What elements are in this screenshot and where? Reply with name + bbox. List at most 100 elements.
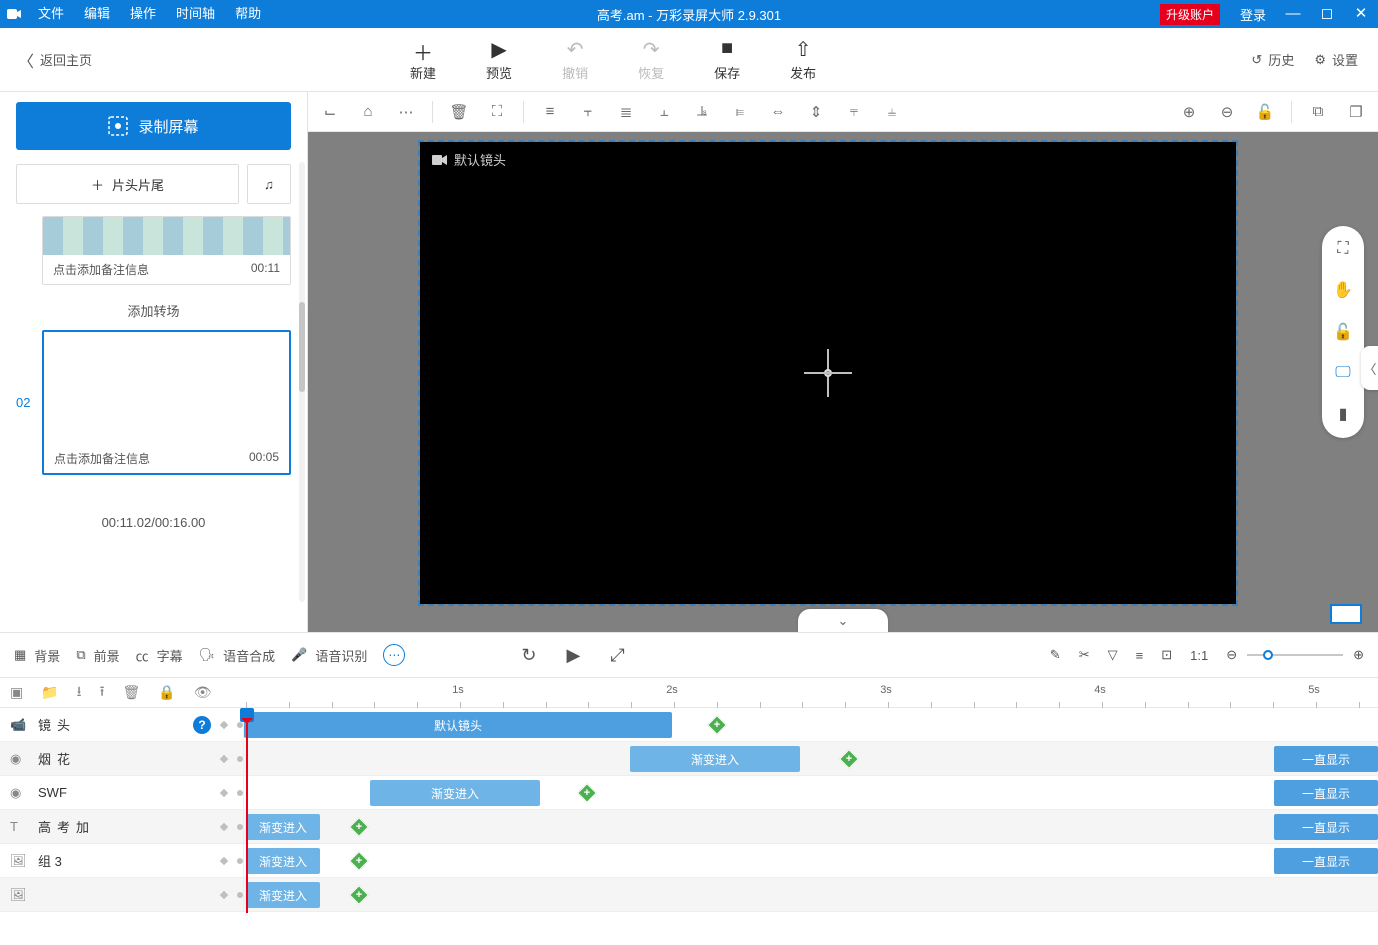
fullscreen-icon[interactable]: ⛶ [1337, 240, 1348, 258]
titles-button[interactable]: ＋ 片头片尾 [16, 164, 239, 204]
track-header[interactable]: 🖼组 3 [0, 844, 244, 877]
keyframe-dot[interactable] [220, 720, 228, 728]
tab-asr[interactable]: 🎤语音识别 [291, 646, 367, 665]
menu-edit[interactable]: 编辑 [74, 0, 120, 28]
menu-help[interactable]: 帮助 [225, 0, 271, 28]
ruler-icon[interactable]: ⌙ [318, 103, 342, 121]
trash-icon[interactable]: 🗑 [122, 684, 140, 701]
align-left-icon[interactable]: ≡ [538, 103, 562, 120]
monitor-icon[interactable]: 🖵 [1335, 364, 1350, 382]
add-keyframe-button[interactable]: + [707, 715, 727, 735]
menu-timeline[interactable]: 时间轴 [166, 0, 225, 28]
track-header[interactable]: ◉SWF [0, 776, 244, 809]
dist-h-icon[interactable]: ⇔ [766, 103, 790, 120]
maximize-button[interactable]: ◻ [1310, 0, 1344, 28]
track-header[interactable]: T高考加 [0, 810, 244, 843]
phone-icon[interactable]: ▮ [1339, 404, 1348, 424]
upgrade-badge[interactable]: 升级账户 [1160, 4, 1220, 25]
hand-icon[interactable]: ✋ [1333, 280, 1353, 300]
add-track-icon[interactable]: ▣ [10, 684, 23, 701]
main-new-button[interactable]: ＋新建 [410, 37, 436, 82]
zoom-slider[interactable]: ⊖ ⊕ [1226, 647, 1364, 663]
settings-button[interactable]: ⚙ 设置 [1314, 50, 1358, 69]
track-body[interactable]: 渐变进入 + [244, 878, 1378, 911]
play-icon[interactable]: ▶ [566, 645, 580, 666]
tab-foreground[interactable]: ⧉前景 [76, 646, 119, 665]
marker-icon[interactable]: ⊡ [1161, 647, 1172, 663]
playhead[interactable] [246, 708, 248, 913]
end-behavior-bar[interactable]: 一直显示 [1274, 848, 1378, 874]
clip-item-2-selected[interactable]: 点击添加备注信息 00:05 [42, 330, 291, 475]
keyframe-dot[interactable] [237, 756, 243, 762]
align-right-icon[interactable]: ≣ [614, 103, 638, 121]
zoom-out-icon[interactable]: ⊖ [1215, 103, 1239, 121]
align-top-icon[interactable]: ⫠ [652, 103, 676, 120]
clip-bar[interactable]: 渐变进入 [370, 780, 540, 806]
keyframe-dot[interactable] [237, 892, 243, 898]
dist-v-icon[interactable]: ⇕ [804, 103, 828, 121]
track-header[interactable]: ◉烟花 [0, 742, 244, 775]
clip-bar[interactable]: 渐变进入 [246, 814, 320, 840]
add-keyframe-button[interactable]: + [349, 885, 369, 905]
clip-bar[interactable]: 渐变进入 [246, 882, 320, 908]
time-ruler[interactable]: 1s2s3s4s5s [244, 678, 1378, 708]
back-home-button[interactable]: 〈 返回主页 [0, 48, 110, 72]
align-center-h-icon[interactable]: ⫟ [576, 103, 600, 120]
lock-icon[interactable]: 🔓 [1253, 103, 1277, 121]
more-icon[interactable]: ⋯ [394, 103, 418, 121]
track-header[interactable]: 🖼 [0, 878, 244, 911]
zoom-out-icon[interactable]: ⊖ [1226, 647, 1237, 663]
minimize-button[interactable]: — [1276, 0, 1310, 28]
track-body[interactable]: 渐变进入 + 一直显示 [244, 844, 1378, 877]
clip-bar[interactable]: 渐变进入 [630, 746, 800, 772]
menu-action[interactable]: 操作 [120, 0, 166, 28]
expand-icon[interactable]: ⤢ [610, 645, 624, 666]
login-link[interactable]: 登录 [1230, 5, 1276, 24]
end-behavior-bar[interactable]: 一直显示 [1274, 780, 1378, 806]
edit-icon[interactable]: ✎ [1050, 647, 1061, 663]
duplicate-icon[interactable]: ❐ [1344, 103, 1368, 121]
eye-icon[interactable]: 👁 [194, 684, 212, 701]
main-publish-button[interactable]: ⇧发布 [790, 37, 816, 82]
lock-icon[interactable]: 🔒 [158, 684, 175, 701]
tab-background[interactable]: ▦背景 [14, 646, 60, 665]
expand-down-handle[interactable]: ⌄ [798, 609, 888, 632]
main-save-button[interactable]: ■保存 [714, 37, 740, 82]
add-transition-button[interactable]: 添加转场 [16, 293, 291, 330]
cut-icon[interactable]: ✂ [1079, 647, 1090, 663]
unlock-icon[interactable]: 🔓 [1333, 322, 1353, 342]
track-body[interactable]: 渐变进入+一直显示 [244, 742, 1378, 775]
focus-icon[interactable]: ⛶ [485, 103, 509, 120]
add-keyframe-button[interactable]: + [577, 783, 597, 803]
track-body[interactable]: 渐变进入 + 一直显示 [244, 810, 1378, 843]
track-header[interactable]: 📹镜头? [0, 708, 244, 741]
track-body[interactable]: 渐变进入 + 一直显示 [244, 776, 1378, 809]
tab-subtitle[interactable]: ㏄字幕 [136, 646, 183, 665]
track-body[interactable]: 默认镜头+ [244, 708, 1378, 741]
sliders-icon[interactable]: ≡ [1136, 648, 1144, 663]
end-behavior-bar[interactable]: 一直显示 [1274, 746, 1378, 772]
clip-item-1[interactable]: 点击添加备注信息 00:11 [42, 216, 291, 285]
filter-icon[interactable]: ▽ [1108, 647, 1118, 663]
help-icon[interactable]: ? [193, 716, 211, 734]
keyframe-dot[interactable] [237, 790, 243, 796]
add-keyframe-button[interactable]: + [349, 817, 369, 837]
stage[interactable]: 默认镜头 ⌄ ⛶ ✋ 🔓 🖵 ▮ 〈 [308, 132, 1378, 632]
menu-file[interactable]: 文件 [28, 0, 74, 28]
history-button[interactable]: ↺ 历史 [1251, 50, 1294, 69]
tab-tts[interactable]: 🗣语音合成 [199, 646, 276, 665]
keyframe-dot[interactable] [237, 824, 243, 830]
align-middle-icon[interactable]: ⫡ [690, 103, 714, 120]
close-button[interactable]: ✕ [1344, 0, 1378, 28]
rewind-icon[interactable]: ↻ [521, 645, 536, 666]
clip-bar[interactable]: 渐变进入 [246, 848, 320, 874]
align-bottom-icon[interactable]: ⫢ [728, 103, 752, 120]
more-tabs-button[interactable]: ⋯ [383, 644, 405, 666]
end-behavior-bar[interactable]: 一直显示 [1274, 814, 1378, 840]
home-icon[interactable]: ⌂ [356, 103, 380, 120]
keyframe-dot[interactable] [220, 856, 228, 864]
add-keyframe-button[interactable]: + [349, 851, 369, 871]
collapse-right-handle[interactable]: 〈 [1361, 346, 1378, 390]
zoom-in-icon[interactable]: ⊕ [1177, 103, 1201, 121]
new-folder-icon[interactable]: 📁 [41, 684, 58, 701]
